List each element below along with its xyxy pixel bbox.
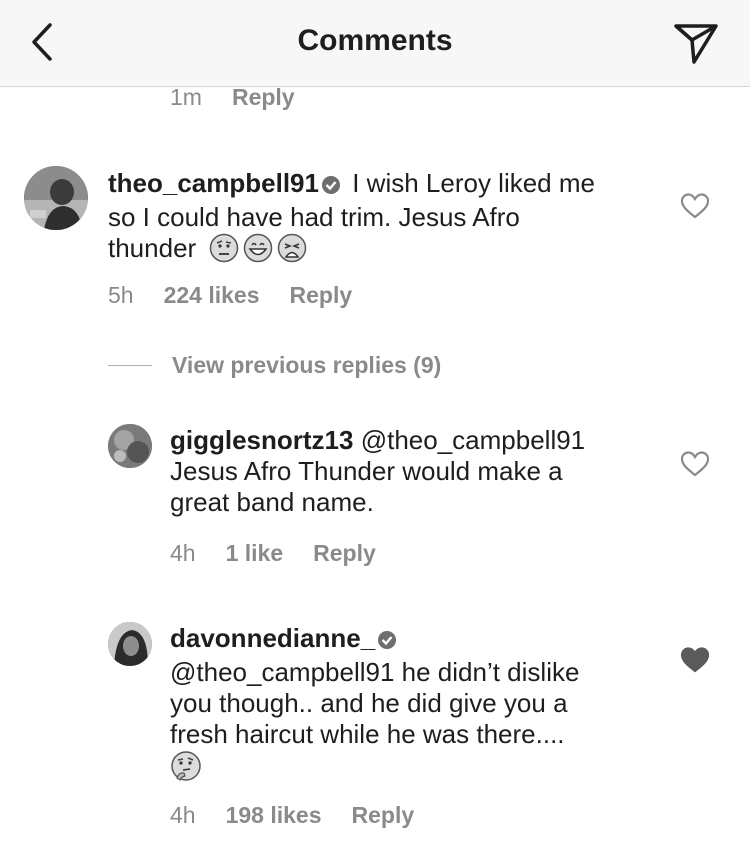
- heart-icon[interactable]: [680, 192, 710, 220]
- reply-text-line: Jesus Afro Thunder would make a: [170, 456, 563, 486]
- reply-meta: 4h 198 likes Reply: [170, 802, 414, 829]
- comment-username[interactable]: theo_campbell91: [108, 168, 319, 198]
- reply-button[interactable]: Reply: [313, 540, 376, 567]
- likes-count[interactable]: 224 likes: [164, 282, 260, 309]
- heart-icon[interactable]: [680, 450, 710, 478]
- likes-count[interactable]: 198 likes: [226, 802, 322, 829]
- reply-username[interactable]: gigglesnortz13: [170, 425, 353, 455]
- reply-text-line: fresh haircut while he was there....: [170, 719, 565, 749]
- reply-body: gigglesnortz13 @theo_campbell91 Jesus Af…: [170, 425, 670, 518]
- divider-line: [108, 365, 152, 366]
- reply-body: davonnedianne_ @theo_campbell91 he didn’…: [170, 623, 690, 789]
- reply-text-line: you though.. and he did give you a: [170, 688, 568, 718]
- avatar[interactable]: [108, 424, 152, 468]
- reply-time: 4h: [170, 540, 196, 566]
- avatar[interactable]: [108, 622, 152, 666]
- reply-time: 4h: [170, 802, 196, 828]
- reply-button[interactable]: Reply: [290, 282, 353, 309]
- reply-meta: 4h 1 like Reply: [170, 540, 376, 567]
- thinking-face-emoji-icon: [170, 750, 202, 789]
- view-previous-replies-button[interactable]: View previous replies (9): [108, 352, 441, 379]
- reply-button[interactable]: Reply: [352, 802, 415, 829]
- grinning-face-emoji-icon: [243, 233, 273, 270]
- verified-badge-icon: [377, 626, 397, 657]
- reply-button[interactable]: Reply: [232, 84, 295, 111]
- reply-text-line: @theo_campbell91 he didn’t dislike: [170, 657, 580, 687]
- share-button[interactable]: [670, 18, 722, 68]
- verified-badge-icon: [321, 171, 341, 202]
- comment-text-line: thunder: [108, 233, 197, 263]
- avatar-photo: [108, 622, 152, 666]
- comment-time: 5h: [108, 282, 134, 308]
- heart-icon-liked[interactable]: [680, 646, 710, 674]
- paper-plane-icon: [674, 24, 718, 64]
- face-with-raised-eyebrow-emoji-icon: [209, 233, 239, 270]
- view-previous-replies-label: View previous replies (9): [172, 352, 442, 378]
- reply-text-line: great band name.: [170, 487, 374, 517]
- reply-username[interactable]: davonnedianne_: [170, 623, 375, 653]
- comment-body: theo_campbell91 I wish Leroy liked me so…: [108, 168, 668, 270]
- comment-meta: 5h 224 likes Reply: [108, 282, 352, 309]
- avatar-photo: [108, 424, 152, 468]
- weary-face-emoji-icon: [277, 233, 307, 270]
- previous-comment-meta: 1m Reply: [170, 84, 295, 111]
- page-title: Comments: [297, 24, 453, 57]
- avatar[interactable]: [24, 166, 88, 230]
- comment-text-line: I wish Leroy liked me: [352, 168, 595, 198]
- likes-count[interactable]: 1 like: [226, 540, 284, 567]
- header-bar: Comments: [0, 0, 750, 87]
- comment-time: 1m: [170, 84, 202, 110]
- mention-link[interactable]: @theo_campbell91: [361, 425, 585, 455]
- avatar-photo: [24, 166, 88, 230]
- comment-text-line: so I could have had trim. Jesus Afro: [108, 202, 520, 232]
